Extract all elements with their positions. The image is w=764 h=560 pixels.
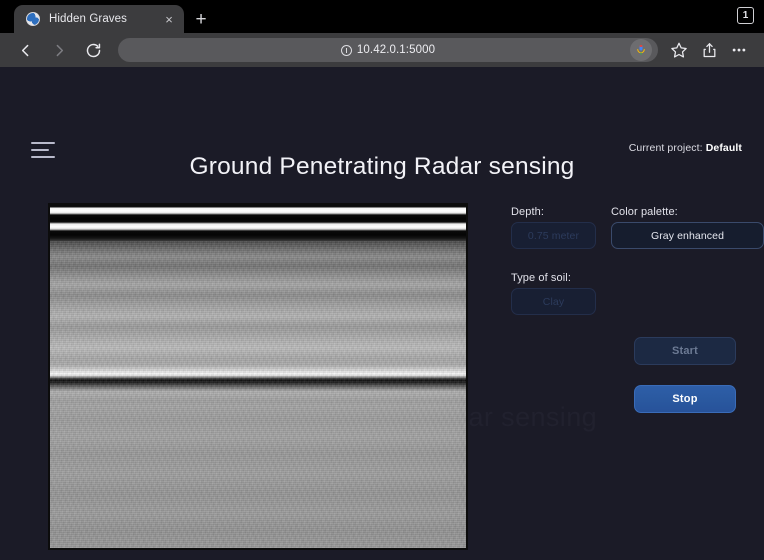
microphone-icon[interactable] [630,39,652,61]
radargram-canvas [50,205,466,548]
tab-strip: Hidden Graves × + 1 [0,0,764,33]
more-options-button[interactable] [724,35,754,65]
back-button[interactable] [8,35,42,65]
depth-label: Depth: [511,206,544,218]
star-icon [670,41,688,59]
share-button[interactable] [694,35,724,65]
globe-icon [26,12,40,26]
type-of-soil-label: Type of soil: [511,272,571,284]
url-text: 10.42.0.1:5000 [357,44,435,56]
color-palette-label: Color palette: [611,206,678,218]
chevron-left-icon [17,42,34,59]
color-palette-select[interactable]: Gray enhanced [611,222,764,249]
browser-window: Hidden Graves × + 1 10.42.0.1: [0,0,764,560]
browser-toolbar: 10.42.0.1:5000 [0,33,764,67]
close-icon[interactable]: × [162,13,176,26]
web-page-content: Ground Penetrating Radar sensing Current… [0,67,764,560]
type-of-soil-input[interactable]: Clay [511,288,596,315]
chevron-right-icon [51,42,68,59]
address-bar[interactable]: 10.42.0.1:5000 [118,38,658,62]
stop-button[interactable]: Stop [634,385,736,413]
depth-input[interactable]: 0.75 meter [511,222,596,249]
radar-horizontal-banding [50,205,466,548]
tab-title: Hidden Graves [49,13,154,25]
more-options-icon [730,41,748,59]
reload-icon [85,42,102,59]
new-tab-button[interactable]: + [184,5,218,33]
forward-button [42,35,76,65]
radar-direct-wave [50,205,466,241]
reload-button[interactable] [76,35,110,65]
tab-count-badge[interactable]: 1 [737,7,754,24]
page-title: Ground Penetrating Radar sensing [0,153,764,181]
info-circle-icon [341,45,352,56]
share-icon [701,42,718,59]
radargram-image[interactable] [48,203,468,550]
start-button[interactable]: Start [634,337,736,365]
bookmark-button[interactable] [664,35,694,65]
browser-tab[interactable]: Hidden Graves × [14,5,184,33]
